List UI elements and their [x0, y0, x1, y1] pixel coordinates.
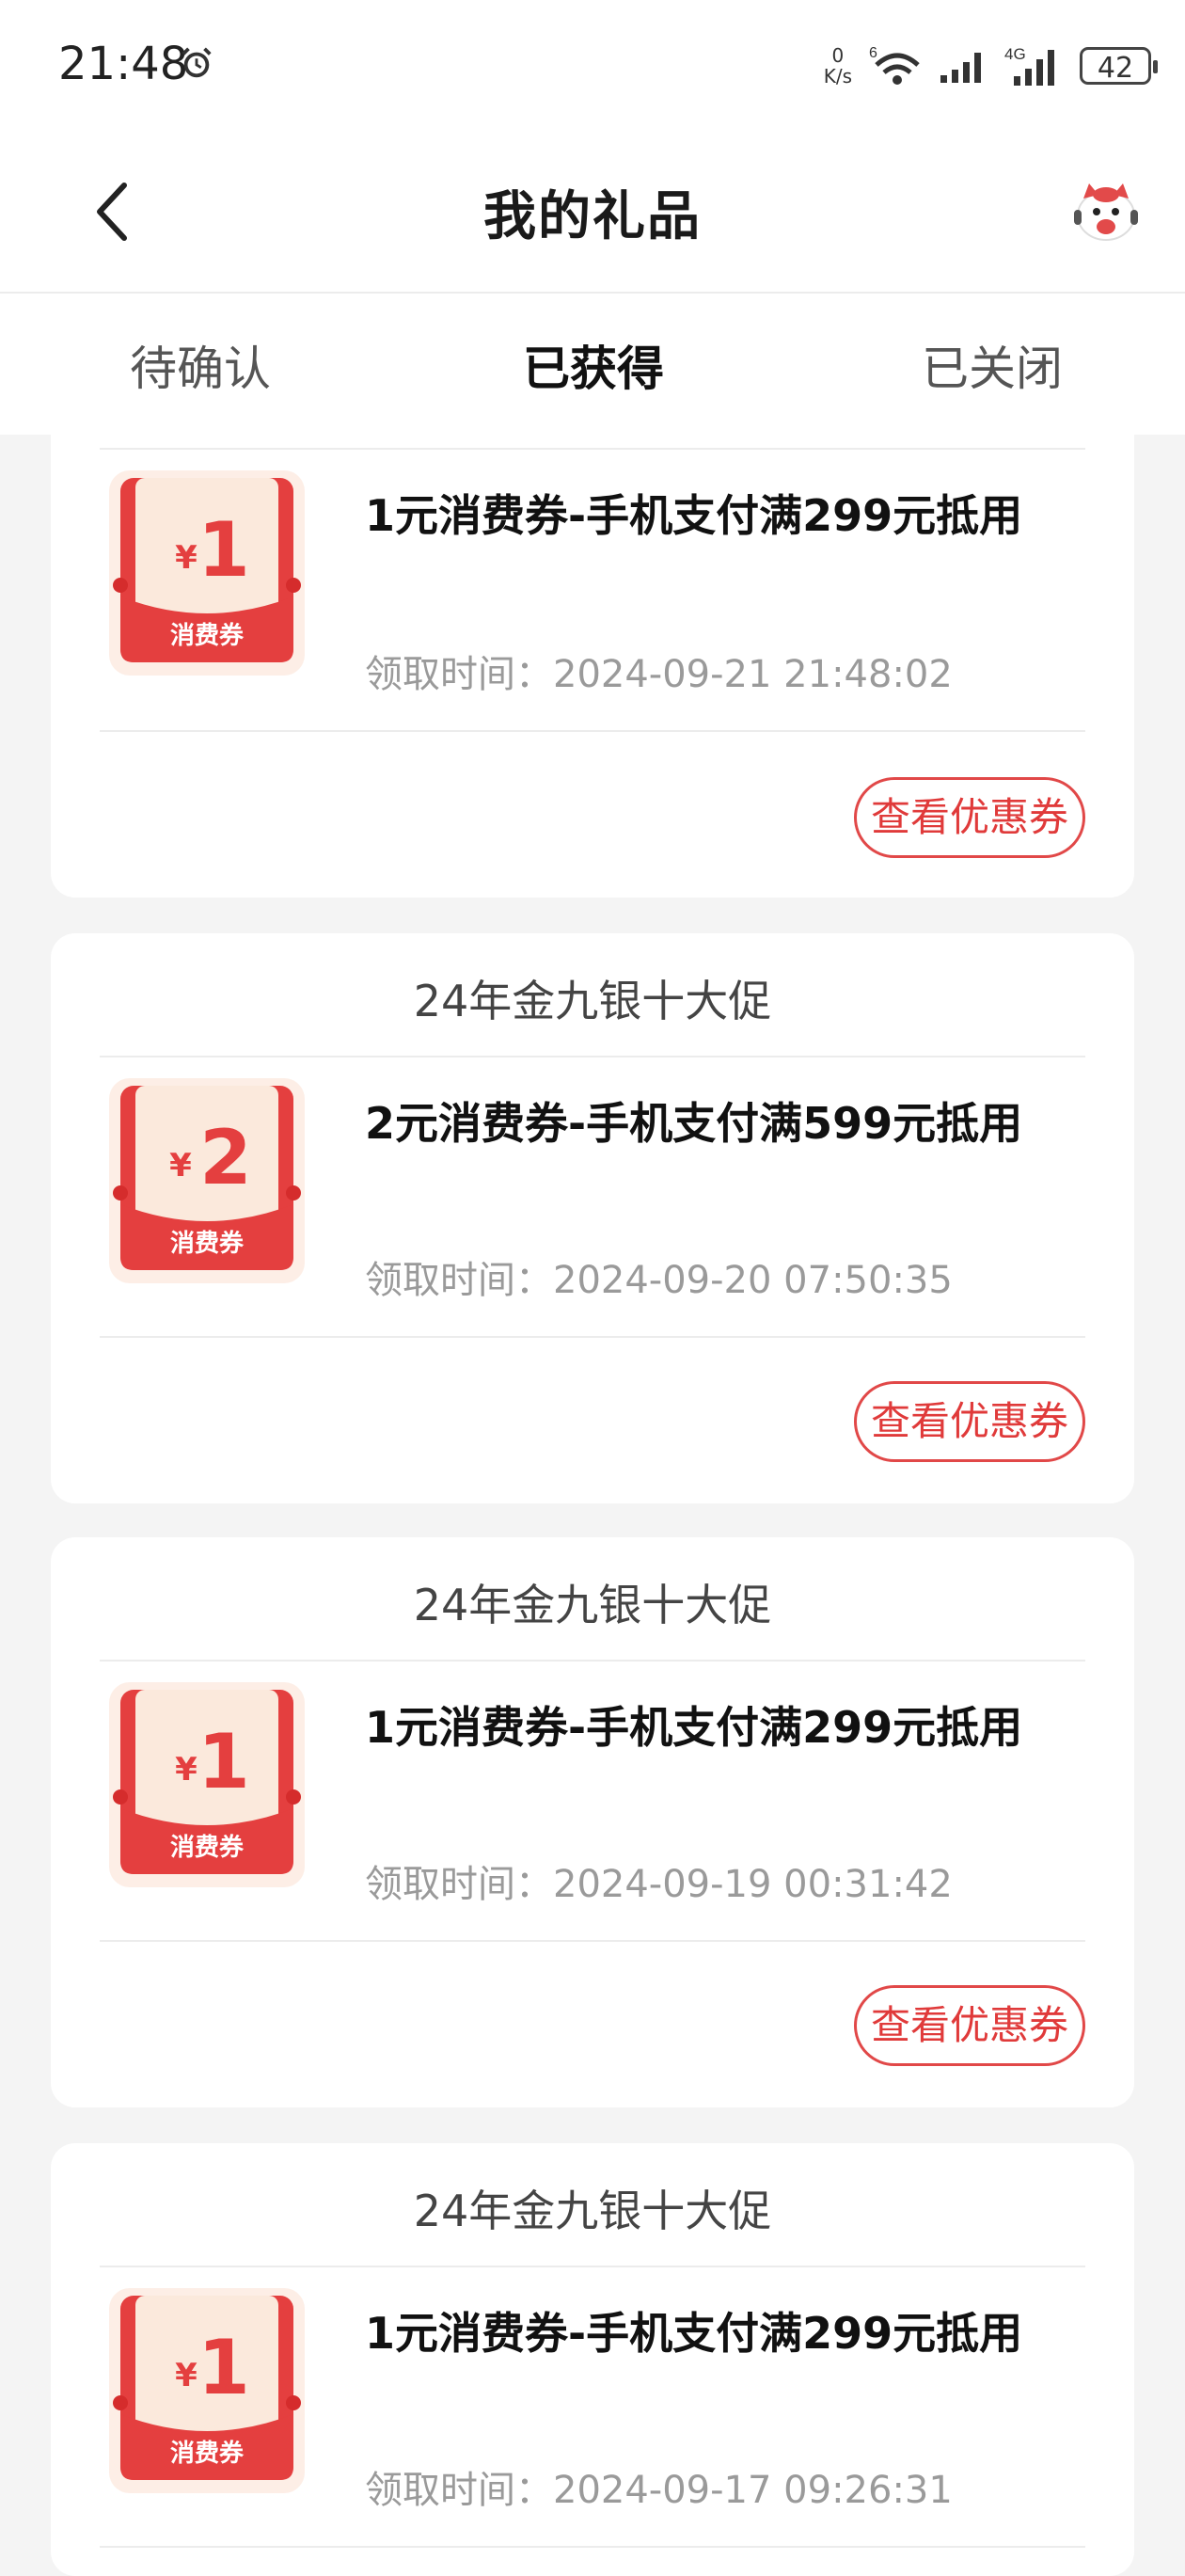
- svg-text:¥: ¥: [175, 539, 198, 577]
- coupon-amount: 1: [198, 2324, 250, 2411]
- coupon-badge-label: 消费券: [170, 622, 245, 650]
- status-bar: 21:48 0 K/s 6 4G 42: [0, 0, 1185, 136]
- view-coupon-button[interactable]: 查看优惠券: [854, 777, 1085, 858]
- signal-4g-icon: 4G: [1004, 45, 1054, 86]
- campaign-title: 24年金九银十大促: [413, 1580, 772, 1630]
- divider: [100, 448, 1085, 450]
- coupon-badge-label: 消费券: [170, 1834, 245, 1862]
- coupon-badge-label: 消费券: [170, 1230, 245, 1258]
- coupon-image: ¥ 1 消费券: [109, 1682, 305, 1887]
- claim-time: 领取时间：2024-09-19 00:31:42: [365, 1863, 953, 1906]
- coupon-badge-label: 消费券: [170, 2440, 245, 2468]
- coupon-amount: 2: [199, 1114, 252, 1201]
- gift-card: 24年金九银十大促 ¥ 1 消费券 1元消费券-手机支付满299元抵用 领取时间…: [51, 2143, 1134, 2576]
- coupon-amount: 1: [198, 506, 250, 594]
- alarm-icon: [182, 47, 212, 78]
- coupon-image: ¥ 1 消费券: [109, 470, 305, 676]
- coupon-amount: 1: [198, 1718, 250, 1805]
- divider: [100, 1056, 1085, 1057]
- coupon-name: 2元消费券-手机支付满599元抵用: [365, 1098, 1023, 1149]
- svg-text:¥: ¥: [175, 2357, 198, 2394]
- coupon-image: ¥ 2 消费券: [109, 1078, 305, 1283]
- divider: [100, 1336, 1085, 1338]
- customer-service-mascot-icon[interactable]: [1068, 174, 1144, 249]
- tab-pending[interactable]: 待确认: [130, 331, 271, 399]
- divider: [100, 2266, 1085, 2267]
- coupon-name: 1元消费券-手机支付满299元抵用: [365, 1702, 1023, 1753]
- claim-time: 领取时间：2024-09-21 21:48:02: [365, 653, 953, 696]
- tab-obtained[interactable]: 已获得: [523, 331, 664, 399]
- status-time: 21:48: [58, 38, 189, 90]
- view-coupon-button[interactable]: 查看优惠券: [854, 1985, 1085, 2066]
- gift-card: ¥ 1 消费券 1元消费券-手机支付满299元抵用 领取时间：2024-09-2…: [51, 397, 1134, 898]
- svg-text:4G: 4G: [1004, 45, 1026, 63]
- coupon-name: 1元消费券-手机支付满299元抵用: [365, 2308, 1023, 2359]
- claim-time: 领取时间：2024-09-20 07:50:35: [365, 1259, 953, 1302]
- app-header: 我的礼品: [0, 136, 1185, 294]
- divider: [100, 1940, 1085, 1942]
- signal-icon: [940, 53, 981, 83]
- coupon-name: 1元消费券-手机支付满299元抵用: [365, 490, 1023, 541]
- coupon-image: ¥ 1 消费券: [109, 2288, 305, 2493]
- gift-card: 24年金九银十大促 ¥ 2 消费券 2元消费券-手机支付满599元抵用 领取时间…: [51, 933, 1134, 1503]
- gift-card: 24年金九银十大促 ¥ 1 消费券 1元消费券-手机支付满299元抵用 领取时间…: [51, 1537, 1134, 2107]
- status-icons: 0 K/s 6 4G 42: [823, 41, 1158, 90]
- view-coupon-button[interactable]: 查看优惠券: [854, 1381, 1085, 1462]
- svg-text:¥: ¥: [175, 1751, 198, 1789]
- wifi-icon: 6: [869, 45, 920, 85]
- divider: [100, 2546, 1085, 2548]
- divider: [100, 730, 1085, 732]
- svg-text:¥: ¥: [169, 1147, 192, 1185]
- campaign-title: 24年金九银十大促: [413, 2186, 772, 2236]
- page-title: 我的礼品: [483, 186, 702, 247]
- claim-time: 领取时间：2024-09-17 09:26:31: [365, 2469, 953, 2512]
- divider: [100, 1660, 1085, 1662]
- battery-icon: 42: [1080, 47, 1158, 85]
- net-speed: 0 K/s: [823, 44, 852, 87]
- tab-closed[interactable]: 已关闭: [922, 331, 1063, 399]
- campaign-title: 24年金九银十大促: [413, 976, 772, 1026]
- svg-text:6: 6: [869, 45, 877, 61]
